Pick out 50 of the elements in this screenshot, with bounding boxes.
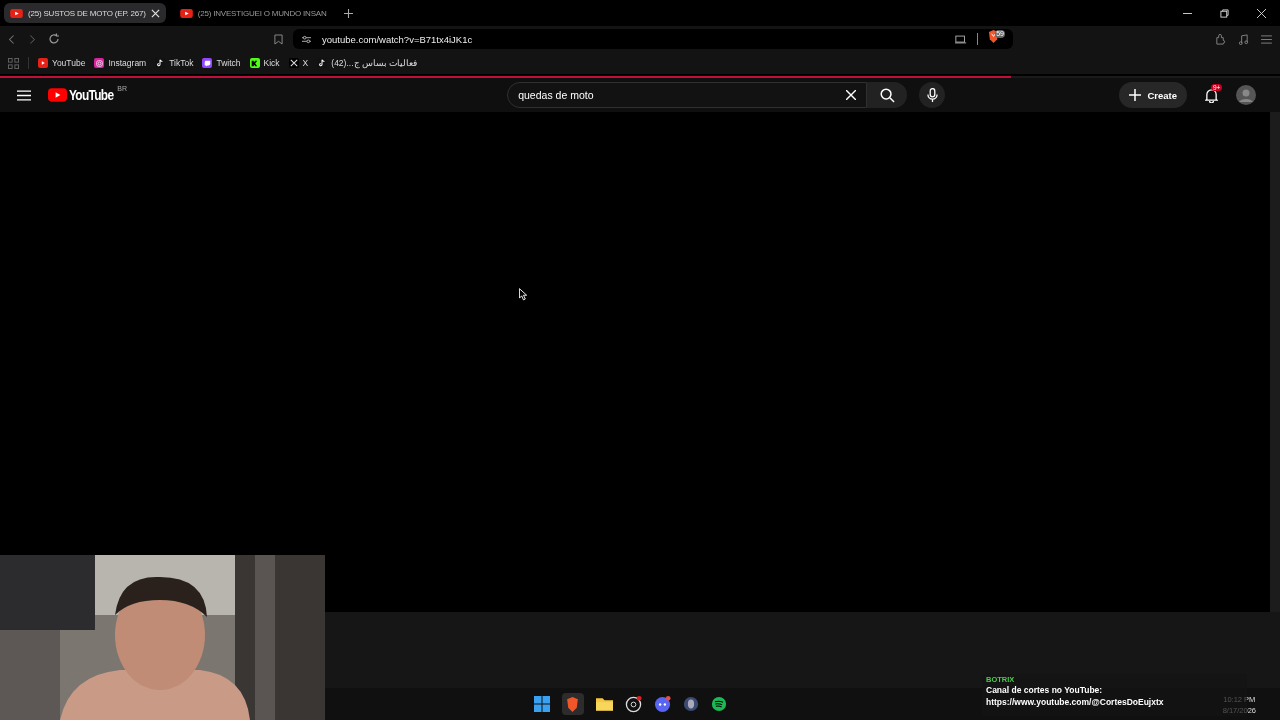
music-app-icon[interactable]	[710, 696, 727, 712]
bookmark-link[interactable]: TikTok	[155, 58, 194, 68]
site-icon	[38, 58, 48, 68]
site-icon	[94, 58, 105, 68]
site-icon	[202, 58, 213, 68]
microphone-icon	[926, 87, 938, 103]
search-icon	[879, 87, 895, 103]
music-icon[interactable]	[1238, 33, 1249, 45]
avatar-icon[interactable]	[1236, 85, 1256, 105]
browser-tab[interactable]: (25) SUSTOS DE MOTO (EP. 267)	[4, 3, 166, 23]
youtube-icon	[179, 8, 193, 18]
cursor-icon	[519, 288, 528, 301]
bell-icon	[1205, 87, 1218, 103]
back-icon[interactable]	[8, 33, 16, 45]
bookmark-link[interactable]: YouTube	[38, 58, 86, 68]
chat-app-icon[interactable]	[653, 695, 671, 713]
close-icon[interactable]	[150, 8, 160, 18]
bookmark-link[interactable]: Kick	[249, 58, 280, 68]
app-icon[interactable]	[682, 696, 699, 712]
search-field[interactable]: quedas de moto	[507, 82, 868, 108]
restore-icon[interactable]	[1220, 8, 1229, 18]
microphone-button[interactable]	[919, 82, 946, 108]
youtube-icon	[10, 8, 23, 18]
create-button[interactable]: Create	[1119, 82, 1187, 108]
scrollbar[interactable]	[1270, 112, 1280, 612]
apps-grid-icon[interactable]	[8, 57, 19, 69]
bookmark-link[interactable]: X	[288, 58, 309, 68]
reload-icon[interactable]	[48, 33, 60, 45]
start-icon[interactable]	[533, 696, 550, 712]
plus-icon	[1129, 89, 1142, 101]
bookmark-link[interactable]: Twitch	[202, 58, 241, 68]
close-icon[interactable]	[1257, 8, 1266, 18]
search-button[interactable]	[867, 82, 908, 108]
new-tab-icon[interactable]	[344, 8, 354, 18]
install-app-icon[interactable]	[955, 34, 968, 44]
site-icon	[249, 58, 260, 68]
bookmark-icon[interactable]	[274, 33, 283, 45]
shield-icon	[566, 696, 579, 712]
chat-message: https://www.youtube.com/@CortesDoEujxtx	[986, 696, 1164, 708]
clear-icon[interactable]	[846, 90, 857, 100]
bookmark-link[interactable]: Instagram	[94, 58, 147, 68]
x-icon	[288, 58, 299, 68]
chat-message: Canal de cortes no YouTube:	[986, 684, 1103, 696]
bookmark-link[interactable]: فعاليات بساس ج...(42)	[317, 58, 418, 68]
site-settings-icon[interactable]	[301, 34, 312, 44]
browser-taskbar-button[interactable]	[561, 693, 584, 715]
extensions-icon[interactable]	[1215, 33, 1226, 45]
folder-icon[interactable]	[595, 697, 613, 711]
aperture-icon[interactable]	[624, 695, 642, 713]
browser-tab[interactable]: (25) INVESTIGUEI O MUNDO INSAN	[173, 3, 333, 23]
